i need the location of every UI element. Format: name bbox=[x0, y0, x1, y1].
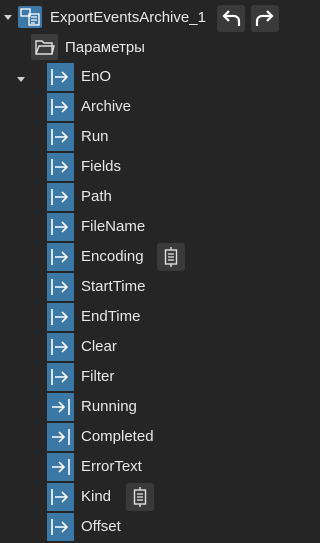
input-pin-icon bbox=[47, 123, 74, 151]
folder-icon bbox=[31, 34, 58, 60]
parameter-label: Completed bbox=[81, 428, 154, 445]
parameter-label: Clear bbox=[81, 338, 117, 355]
parameter-row-offset[interactable]: Offset bbox=[0, 513, 283, 541]
parameter-row-path[interactable]: Path bbox=[0, 183, 283, 211]
parameter-label: FileName bbox=[81, 218, 146, 235]
parameter-label: EnO bbox=[81, 68, 112, 85]
parameter-row-eno[interactable]: EnO bbox=[0, 63, 283, 91]
undo-button[interactable] bbox=[217, 5, 245, 32]
input-pin-icon bbox=[47, 333, 74, 361]
enum-values-button[interactable] bbox=[157, 243, 185, 271]
parameter-label: EndTime bbox=[81, 308, 141, 325]
input-pin-icon bbox=[47, 153, 74, 181]
parameter-row-filename[interactable]: FileName bbox=[0, 213, 283, 241]
tree-node-parameters[interactable]: Параметры bbox=[0, 33, 283, 82]
tree-node-root[interactable]: ExportEventsArchive_1 bbox=[0, 2, 283, 32]
parameter-row-clear[interactable]: Clear bbox=[0, 333, 283, 361]
enum-list-icon bbox=[164, 247, 178, 267]
input-pin-icon bbox=[47, 183, 74, 211]
input-pin-icon bbox=[47, 303, 74, 331]
output-pin-icon bbox=[47, 423, 74, 451]
parameter-label: Filter bbox=[81, 368, 115, 385]
parameter-row-filter[interactable]: Filter bbox=[0, 363, 283, 391]
input-pin-icon bbox=[47, 93, 74, 121]
input-pin-icon bbox=[47, 483, 74, 511]
parameter-label: ErrorText bbox=[81, 458, 142, 475]
parameter-label: Offset bbox=[81, 518, 121, 535]
input-pin-icon bbox=[47, 363, 74, 391]
output-pin-icon bbox=[47, 393, 74, 421]
output-pin-icon bbox=[47, 453, 74, 481]
parameter-row-endtime[interactable]: EndTime bbox=[0, 303, 283, 331]
enum-values-button[interactable] bbox=[126, 483, 154, 511]
parameter-row-fields[interactable]: Fields bbox=[0, 153, 283, 181]
parameter-row-encoding[interactable]: Encoding bbox=[0, 243, 283, 271]
parameter-label: Kind bbox=[81, 488, 112, 505]
enum-list-icon bbox=[133, 487, 147, 507]
parameter-label: Running bbox=[81, 398, 137, 415]
parameter-label: Path bbox=[81, 188, 112, 205]
function-block-icon bbox=[18, 6, 42, 28]
undo-icon bbox=[222, 10, 241, 26]
parameter-row-running[interactable]: Running bbox=[0, 393, 283, 421]
parameter-label: Encoding bbox=[81, 248, 144, 265]
parameter-row-archive[interactable]: Archive bbox=[0, 93, 283, 121]
parameter-row-kind[interactable]: Kind bbox=[0, 483, 283, 511]
expand-caret-icon[interactable] bbox=[4, 15, 12, 20]
input-pin-icon bbox=[47, 213, 74, 241]
parameter-row-starttime[interactable]: StartTime bbox=[0, 273, 283, 301]
parameters-group-label: Параметры bbox=[65, 39, 145, 56]
input-pin-icon bbox=[47, 243, 74, 271]
input-pin-icon bbox=[47, 513, 74, 541]
parameter-row-run[interactable]: Run bbox=[0, 123, 283, 151]
root-node-label: ExportEventsArchive_1 bbox=[50, 9, 206, 26]
parameter-label: StartTime bbox=[81, 278, 146, 295]
input-pin-icon bbox=[47, 63, 74, 91]
parameter-row-completed[interactable]: Completed bbox=[0, 423, 283, 451]
parameter-label: Run bbox=[81, 128, 109, 145]
input-pin-icon bbox=[47, 273, 74, 301]
parameter-tree: ExportEventsArchive_1 Параметры EnO Arch… bbox=[0, 0, 283, 543]
redo-button[interactable] bbox=[251, 5, 279, 32]
parameter-label: Archive bbox=[81, 98, 132, 115]
redo-icon bbox=[255, 10, 274, 26]
parameter-row-errortext[interactable]: ErrorText bbox=[0, 453, 283, 481]
parameter-label: Fields bbox=[81, 158, 122, 175]
